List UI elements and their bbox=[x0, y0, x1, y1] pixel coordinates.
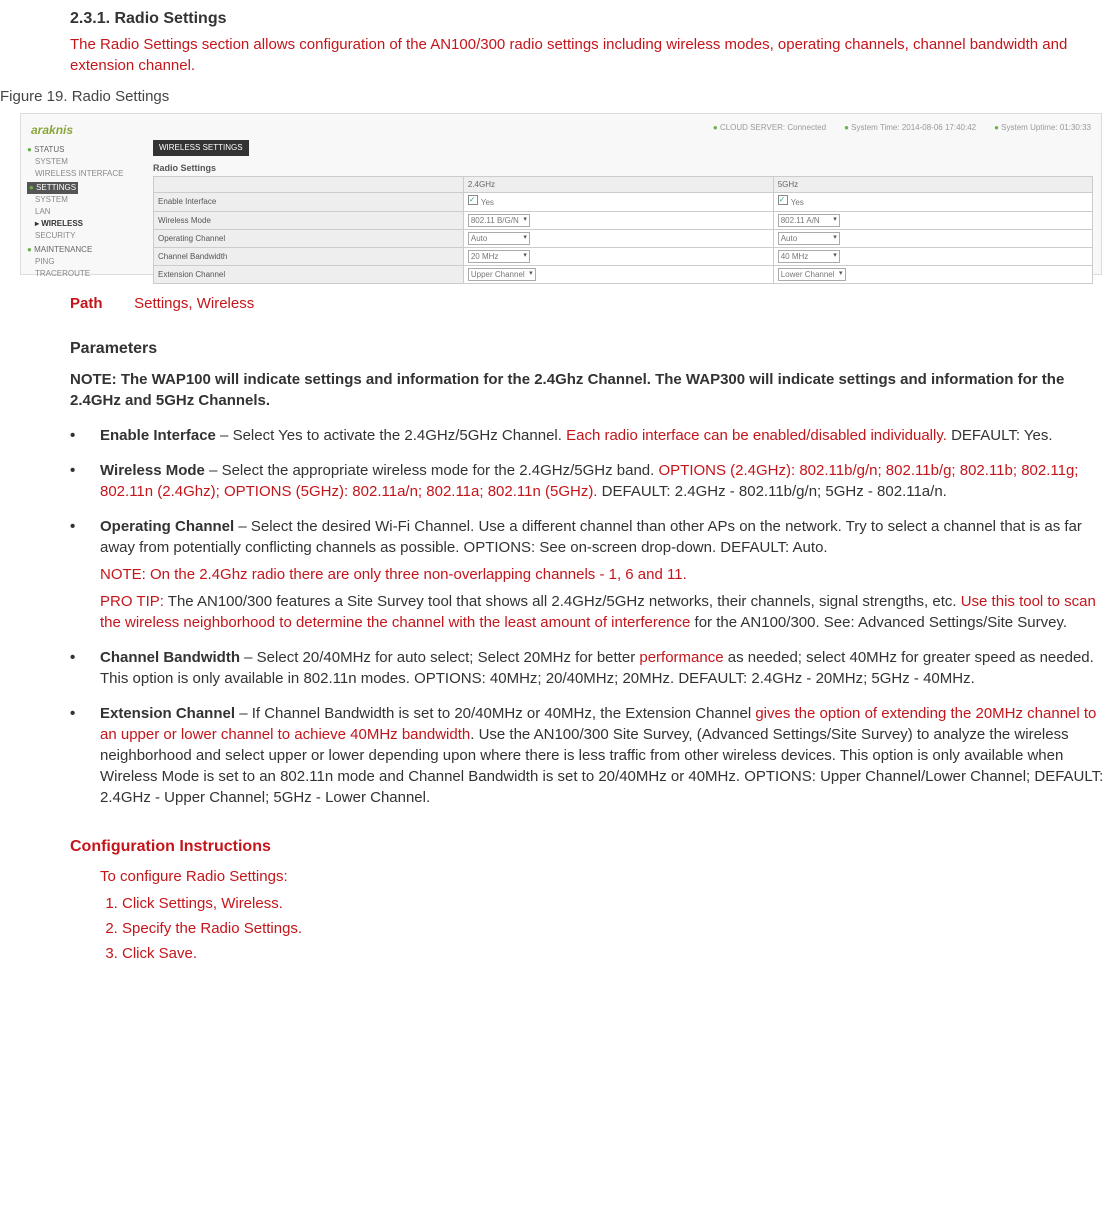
config-step-3: Click Save. bbox=[122, 943, 1110, 964]
panel-title-bar: WIRELESS SETTINGS bbox=[153, 140, 249, 155]
checkbox-icon[interactable] bbox=[468, 195, 478, 205]
param-channel-bandwidth: Channel Bandwidth – Select 20/40MHz for … bbox=[70, 647, 1110, 689]
param-name: Wireless Mode bbox=[100, 462, 205, 479]
nav-system[interactable]: SYSTEM bbox=[27, 156, 137, 168]
config-step-1: Click Settings, Wireless. bbox=[122, 893, 1110, 914]
checkbox-icon[interactable] bbox=[778, 195, 788, 205]
system-uptime: System Uptime: 01:30:33 bbox=[994, 122, 1091, 133]
parameters-heading: Parameters bbox=[70, 338, 1120, 360]
nav-system2[interactable]: SYSTEM bbox=[27, 194, 137, 206]
operating-channel-note: NOTE: On the 2.4Ghz radio there are only… bbox=[100, 564, 1110, 585]
param-name: Operating Channel bbox=[100, 518, 234, 535]
param-name: Enable Interface bbox=[100, 427, 216, 444]
config-instructions-heading: Configuration Instructions bbox=[70, 836, 1120, 858]
section-heading: 2.3.1. Radio Settings bbox=[70, 8, 1120, 30]
nav-traceroute[interactable]: TRACEROUTE bbox=[27, 268, 137, 280]
nav-wireless[interactable]: ▸ WIRELESS bbox=[27, 218, 137, 230]
section-description: The Radio Settings section allows config… bbox=[70, 34, 1110, 76]
row-channel-label: Operating Channel bbox=[154, 229, 464, 247]
param-wireless-mode: Wireless Mode – Select the appropriate w… bbox=[70, 460, 1110, 502]
config-intro: To configure Radio Settings: bbox=[100, 866, 1110, 887]
cloud-status: CLOUD SERVER: Connected bbox=[713, 122, 826, 133]
bandwidth-5ghz-select[interactable]: 40 MHz bbox=[778, 250, 840, 263]
channel-5ghz-select[interactable]: Auto bbox=[778, 232, 840, 245]
row-extension-label: Extension Channel bbox=[154, 266, 464, 284]
nav-lan[interactable]: LAN bbox=[27, 206, 137, 218]
nav-wireless-interface[interactable]: WIRELESS INTERFACE bbox=[27, 168, 137, 180]
mode-5ghz-select[interactable]: 802.11 A/N bbox=[778, 214, 840, 227]
config-step-2: Specify the Radio Settings. bbox=[122, 918, 1110, 939]
param-name: Channel Bandwidth bbox=[100, 649, 240, 666]
row-enable-label: Enable Interface bbox=[154, 193, 464, 211]
system-time: System Time: 2014-08-06 17:40:42 bbox=[844, 122, 976, 133]
param-name: Extension Channel bbox=[100, 705, 235, 722]
radio-settings-table: 2.4GHz 5GHz Enable Interface Yes Yes Wir… bbox=[153, 176, 1093, 284]
col-24ghz: 2.4GHz bbox=[463, 177, 773, 193]
figure-label: Figure 19. Radio Settings bbox=[0, 86, 1120, 107]
extension-5ghz-select[interactable]: Lower Channel bbox=[778, 268, 846, 281]
nav-maintenance[interactable]: MAINTENANCE bbox=[27, 244, 137, 256]
parameters-note: NOTE: The WAP100 will indicate settings … bbox=[70, 369, 1110, 411]
enable-24ghz[interactable]: Yes bbox=[463, 193, 773, 211]
channel-24ghz-select[interactable]: Auto bbox=[468, 232, 530, 245]
path-value: Settings, Wireless bbox=[134, 295, 254, 312]
nav-security[interactable]: SECURITY bbox=[27, 230, 137, 242]
mode-24ghz-select[interactable]: 802.11 B/G/N bbox=[468, 214, 530, 227]
side-nav: STATUS SYSTEM WIRELESS INTERFACE SETTING… bbox=[27, 142, 137, 280]
param-extension-channel: Extension Channel – If Channel Bandwidth… bbox=[70, 703, 1110, 808]
col-5ghz: 5GHz bbox=[773, 177, 1092, 193]
enable-5ghz[interactable]: Yes bbox=[773, 193, 1092, 211]
bandwidth-24ghz-select[interactable]: 20 MHz bbox=[468, 250, 530, 263]
nav-ping[interactable]: PING bbox=[27, 256, 137, 268]
operating-channel-protip: PRO TIP: The AN100/300 features a Site S… bbox=[100, 591, 1110, 633]
row-bandwidth-label: Channel Bandwidth bbox=[154, 247, 464, 265]
row-mode-label: Wireless Mode bbox=[154, 211, 464, 229]
panel-subtitle: Radio Settings bbox=[153, 162, 1093, 175]
status-bar: CLOUD SERVER: Connected System Time: 201… bbox=[713, 122, 1091, 133]
param-enable-interface: Enable Interface – Select Yes to activat… bbox=[70, 425, 1110, 446]
brand-logo: araknis bbox=[31, 122, 73, 139]
nav-settings[interactable]: SETTINGS bbox=[27, 182, 78, 194]
param-operating-channel: Operating Channel – Select the desired W… bbox=[70, 516, 1110, 633]
path-label: Path bbox=[70, 293, 130, 314]
nav-status[interactable]: STATUS bbox=[27, 144, 137, 156]
router-ui-screenshot: araknis CLOUD SERVER: Connected System T… bbox=[20, 113, 1102, 275]
extension-24ghz-select[interactable]: Upper Channel bbox=[468, 268, 536, 281]
